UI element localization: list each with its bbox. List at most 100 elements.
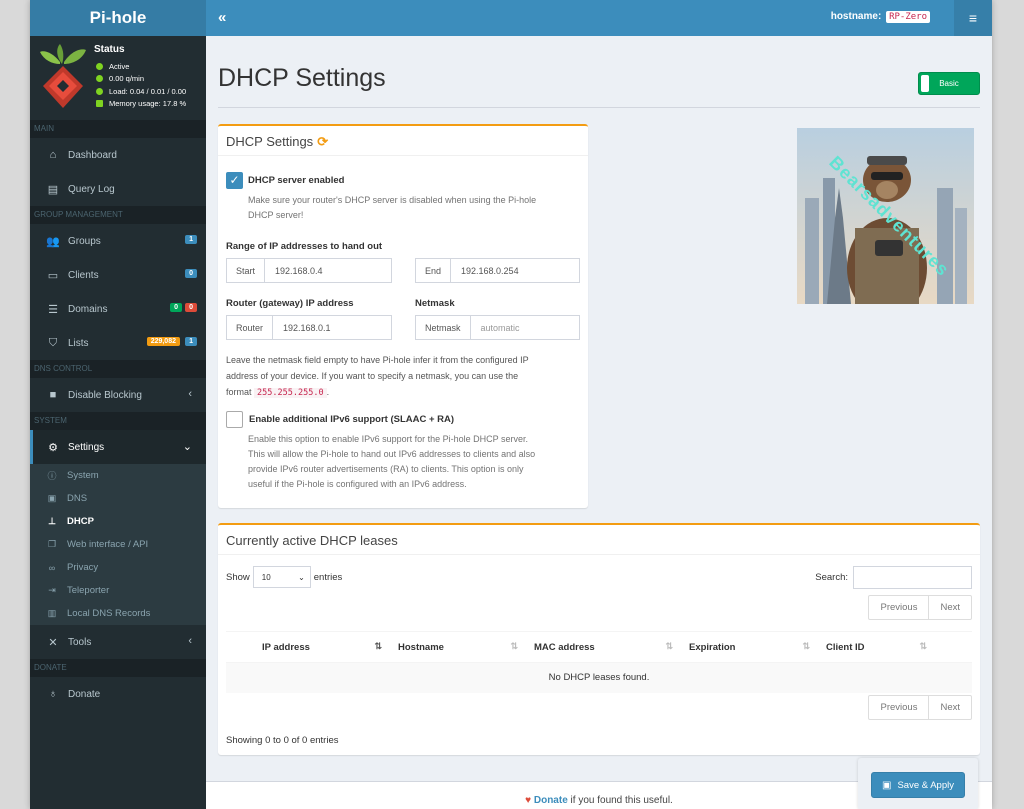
search-input[interactable] <box>853 566 972 589</box>
tools-icon: ✕ <box>48 636 58 649</box>
dhcp-settings-title: DHCP Settings ⟳ <box>218 126 588 156</box>
sidebar-item-privacy[interactable]: ∞ Privacy <box>30 556 206 579</box>
memory-icon <box>96 100 103 107</box>
table-row: No DHCP leases found. <box>226 662 972 693</box>
netmask-input[interactable]: automatic <box>471 316 579 339</box>
dhcp-leases-box: Currently active DHCP leases Show 10 ⌄ en… <box>218 523 980 755</box>
app-window: Pi-hole « hostname: RP-Zero ≡ Status Act… <box>30 0 992 809</box>
entries-label: entries <box>313 571 343 583</box>
logo[interactable]: Pi-hole <box>30 0 206 36</box>
status-active-text: Active <box>109 62 130 71</box>
status-load: Load: 0.04 / 0.01 / 0.00 <box>96 87 186 96</box>
section-dns-control: DNS CONTROL <box>30 360 206 378</box>
expert-mode-toggle[interactable]: Basic <box>918 72 980 95</box>
section-group-management: GROUP MANAGEMENT <box>30 206 206 224</box>
save-apply-button[interactable]: ▣ Save & Apply <box>871 772 965 798</box>
netmask-group: Netmask automatic <box>415 315 580 340</box>
sort-icon: ⇅ <box>919 641 927 651</box>
th-actions <box>935 631 972 663</box>
hostname-value: RP-Zero <box>886 11 930 23</box>
sidebar-item-dhcp[interactable]: ⊥ DHCP <box>30 510 206 533</box>
sidebar-item-label: Domains <box>68 303 108 315</box>
status-rate-text: 0.00 q/min <box>109 74 145 83</box>
range-end-input[interactable]: 192.168.0.254 <box>451 259 579 282</box>
netmask-help-format: format <box>226 387 252 397</box>
end-addon: End <box>416 259 452 282</box>
sidebar-item-disable-blocking[interactable]: ■ Disable Blocking ‹ <box>30 378 206 412</box>
refresh-icon[interactable]: ⟳ <box>317 134 328 149</box>
th-expiration[interactable]: Expiration ⇅ <box>681 631 818 663</box>
sidebar-item-clients[interactable]: ▭ Clients 0 <box>30 258 206 292</box>
sidebar-item-label: Dashboard <box>68 149 117 161</box>
sidebar-item-dns[interactable]: ▣ DNS <box>30 487 206 510</box>
th-label: IP address <box>262 641 310 653</box>
dhcp-enabled-checkbox[interactable]: ✓ <box>226 172 243 189</box>
sidebar-item-lists[interactable]: ⛉ Lists 229,082 1 <box>30 326 206 360</box>
netmask-addon: Netmask <box>416 316 471 339</box>
clients-count-badge: 0 <box>185 269 197 278</box>
sidebar-item-system[interactable]: ⓘ System <box>30 464 206 487</box>
th-client-id[interactable]: Client ID ⇅ <box>818 631 935 663</box>
status-title: Status <box>94 44 125 55</box>
range-start-input[interactable]: 192.168.0.4 <box>265 259 391 282</box>
th-hostname[interactable]: Hostname ⇅ <box>390 631 526 663</box>
th-mac-address[interactable]: MAC address ⇅ <box>526 631 681 663</box>
file-icon: ▤ <box>47 183 59 196</box>
settings-submenu: ⓘ System ▣ DNS ⊥ DHCP ❐ Web interface / API … <box>30 464 206 625</box>
sidebar-item-local-dns[interactable]: ▥ Local DNS Records <box>30 602 206 625</box>
entries-select-value: 10 <box>261 572 271 582</box>
sidebar-item-domains[interactable]: ☰ Domains 0 0 <box>30 292 206 326</box>
footer-rest-text: if you found this useful. <box>567 795 673 806</box>
next-button[interactable]: Next <box>928 596 971 619</box>
sidebar-item-label: Web interface / API <box>67 539 149 550</box>
previous-button[interactable]: Previous <box>869 596 928 619</box>
pihole-logo-icon <box>40 44 86 108</box>
sidebar-item-query-log[interactable]: ▤ Query Log <box>30 172 206 206</box>
dhcp-settings-box: DHCP Settings ⟳ ✓ DHCP server enabled Mak… <box>218 124 588 508</box>
sidebar-item-label: Settings <box>68 441 105 453</box>
sidebar-item-tools[interactable]: ✕ Tools ‹ <box>30 625 206 659</box>
save-apply-label: Save & Apply <box>897 779 954 791</box>
top-navbar: « hostname: RP-Zero ≡ <box>206 0 992 36</box>
bearsadventures-watermark-image: Bearsadventures <box>797 128 974 304</box>
netmask-help-1: Leave the netmask field empty to have Pi… <box>226 355 529 365</box>
users-icon: 👥 <box>46 235 60 248</box>
sidebar-item-dashboard[interactable]: ⌂ Dashboard <box>30 138 206 172</box>
home-icon: ⌂ <box>49 149 57 161</box>
sidebar-item-settings[interactable]: ⚙ Settings ⌄ <box>30 430 206 464</box>
dhcp-enabled-help-1: Make sure your router's DHCP server is d… <box>248 195 537 205</box>
status-rate: 0.00 q/min <box>96 74 144 83</box>
sidebar-item-label: DNS <box>67 493 88 504</box>
sidebar-item-label: Donate <box>68 688 101 700</box>
netmask-help-period: . <box>326 387 330 397</box>
groups-count-badge: 1 <box>185 235 197 244</box>
sidebar-item-teleporter[interactable]: ⇥ Teleporter <box>30 579 206 602</box>
entries-length-control: Show 10 ⌄ entries <box>226 566 342 588</box>
sidebar-item-web-interface[interactable]: ❐ Web interface / API <box>30 533 206 556</box>
status-memory-text: Memory usage: 17.8 % <box>109 99 187 108</box>
entries-select[interactable]: 10 ⌄ <box>252 566 311 588</box>
save-panel: ▣ Save & Apply <box>858 758 978 809</box>
file-export-icon: ⇥ <box>48 585 56 595</box>
sidebar-item-groups[interactable]: 👥 Groups 1 <box>30 224 206 258</box>
ipv6-label[interactable]: Enable additional IPv6 support (SLAAC + … <box>249 414 454 425</box>
gears-icon: ⚙ <box>48 441 58 454</box>
heart-icon: ♥ <box>525 795 532 806</box>
active-dot-icon <box>96 63 103 70</box>
sidebar-item-donate[interactable]: ♁ Donate <box>30 677 206 711</box>
search-label: Search: <box>815 572 848 583</box>
laptop-icon: ▭ <box>47 269 59 282</box>
donate-link[interactable]: Donate <box>534 795 568 806</box>
range-end-group: End 192.168.0.254 <box>415 258 580 283</box>
dhcp-enabled-label[interactable]: DHCP server enabled <box>248 175 344 186</box>
sidebar-toggle-icon[interactable]: « <box>218 9 226 26</box>
th-ip-address[interactable]: IP address ⇅ <box>254 631 390 663</box>
router-input[interactable]: 192.168.0.1 <box>273 316 391 339</box>
load-dot-icon <box>96 88 103 95</box>
hamburger-menu-icon[interactable]: ≡ <box>954 0 992 36</box>
ipv6-checkbox[interactable] <box>226 411 243 428</box>
next-button[interactable]: Next <box>928 696 971 719</box>
rate-dot-icon <box>96 75 103 82</box>
previous-button[interactable]: Previous <box>869 696 928 719</box>
sort-icon: ⇅ <box>802 641 810 651</box>
